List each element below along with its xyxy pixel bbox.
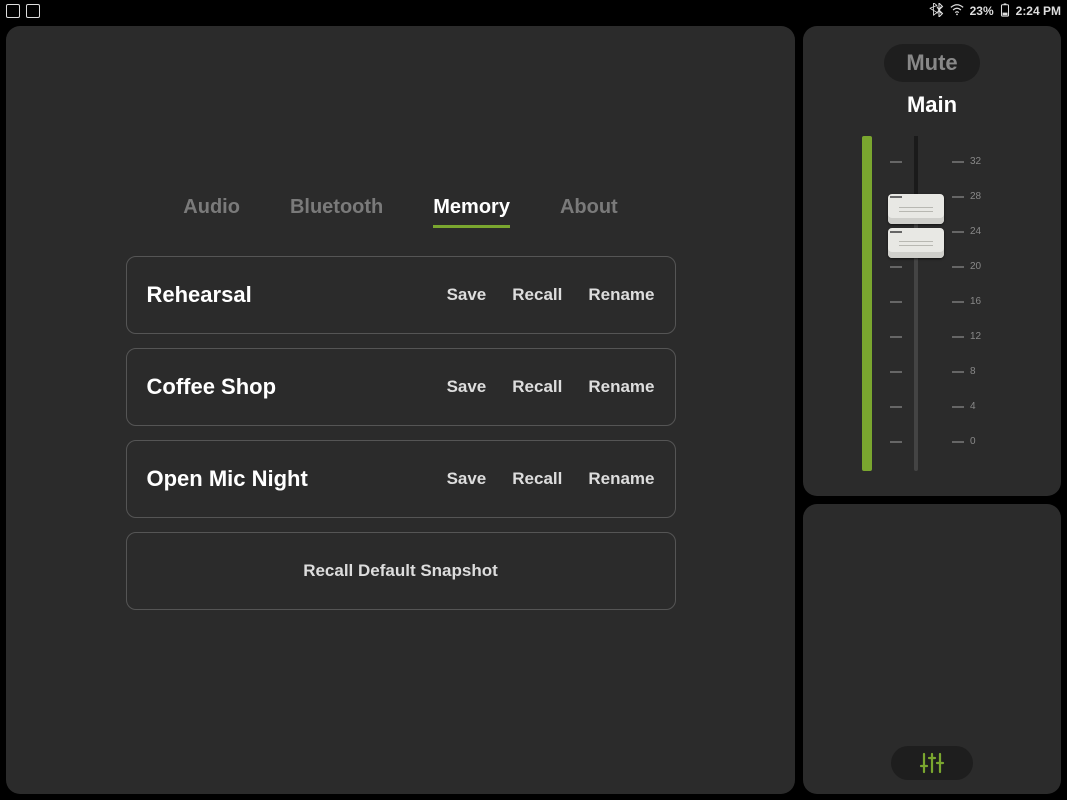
effects-panel [803, 504, 1061, 794]
preset-name: Open Mic Night [147, 466, 447, 492]
tab-memory[interactable]: Memory [433, 196, 510, 228]
bluetooth-icon [929, 3, 943, 20]
fader: 32 28 24 20 16 12 8 4 0 [862, 136, 1002, 476]
save-button[interactable]: Save [447, 377, 487, 397]
memory-preset-row: Open Mic Night Save Recall Rename [126, 440, 676, 518]
recall-button[interactable]: Recall [512, 285, 562, 305]
preset-name: Coffee Shop [147, 374, 447, 400]
rename-button[interactable]: Rename [588, 285, 654, 305]
tick-label: 20 [970, 261, 981, 272]
status-time: 2:24 PM [1016, 4, 1061, 18]
tick-label: 28 [970, 191, 981, 202]
save-button[interactable]: Save [447, 285, 487, 305]
tick-label: 4 [970, 401, 976, 412]
tick-label: 0 [970, 436, 976, 447]
recall-button[interactable]: Recall [512, 377, 562, 397]
wifi-icon [950, 4, 964, 19]
status-app-icon-1 [6, 4, 20, 18]
preset-name: Rehearsal [147, 282, 447, 308]
fader-knob-group[interactable] [888, 194, 944, 262]
tab-bar: Audio Bluetooth Memory About [66, 196, 735, 228]
app-body: Audio Bluetooth Memory About Rehearsal S… [0, 22, 1067, 800]
main-panel: Audio Bluetooth Memory About Rehearsal S… [6, 26, 795, 794]
fader-knob[interactable] [888, 194, 944, 224]
equalizer-button[interactable] [891, 746, 973, 780]
channel-label: Main [907, 92, 957, 118]
recall-default-button[interactable]: Recall Default Snapshot [126, 532, 676, 610]
preset-actions: Save Recall Rename [447, 285, 655, 305]
level-meter [862, 136, 872, 471]
sliders-icon [919, 752, 945, 774]
battery-percent: 23% [970, 4, 994, 18]
rename-button[interactable]: Rename [588, 469, 654, 489]
fader-scale: 32 28 24 20 16 12 8 4 0 [952, 136, 1000, 471]
tick-label: 32 [970, 156, 981, 167]
tick-label: 12 [970, 331, 981, 342]
preset-actions: Save Recall Rename [447, 469, 655, 489]
memory-preset-list: Rehearsal Save Recall Rename Coffee Shop… [66, 256, 735, 610]
status-right: 23% 2:24 PM [929, 3, 1061, 20]
recall-button[interactable]: Recall [512, 469, 562, 489]
status-left [6, 4, 40, 18]
status-bar: 23% 2:24 PM [0, 0, 1067, 22]
battery-icon [1000, 3, 1010, 20]
memory-preset-row: Coffee Shop Save Recall Rename [126, 348, 676, 426]
status-app-icon-2 [26, 4, 40, 18]
save-button[interactable]: Save [447, 469, 487, 489]
tick-label: 16 [970, 296, 981, 307]
tab-audio[interactable]: Audio [183, 196, 240, 228]
mute-button[interactable]: Mute [884, 44, 979, 82]
rename-button[interactable]: Rename [588, 377, 654, 397]
channel-panel: Mute Main 32 28 24 20 16 12 8 4 [803, 26, 1061, 496]
side-column: Mute Main 32 28 24 20 16 12 8 4 [803, 26, 1061, 794]
fader-knob[interactable] [888, 228, 944, 258]
preset-actions: Save Recall Rename [447, 377, 655, 397]
fader-track[interactable] [914, 136, 918, 471]
tab-about[interactable]: About [560, 196, 618, 228]
memory-preset-row: Rehearsal Save Recall Rename [126, 256, 676, 334]
tab-bluetooth[interactable]: Bluetooth [290, 196, 383, 228]
tick-label: 24 [970, 226, 981, 237]
tick-label: 8 [970, 366, 976, 377]
